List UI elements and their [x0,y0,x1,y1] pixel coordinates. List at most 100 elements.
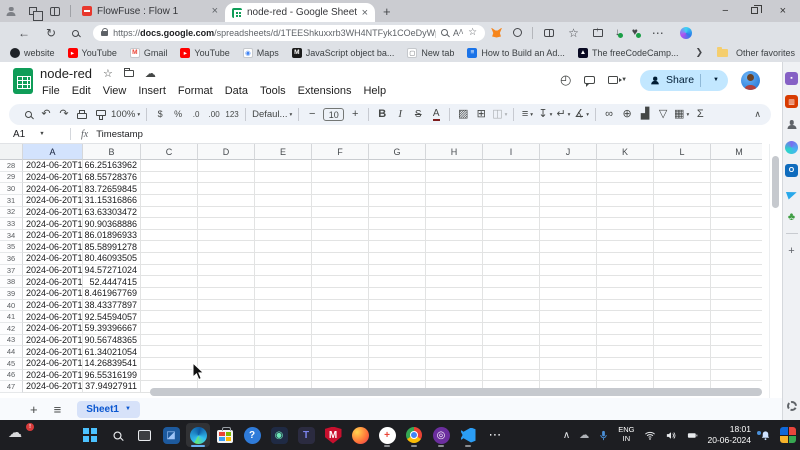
bookmark-article[interactable]: ≡How to Build an Ad... [467,48,565,58]
cell-b44[interactable]: 61.34021054 [83,346,141,358]
cell-empty[interactable] [540,265,597,277]
cell-empty[interactable] [597,207,654,219]
cell-empty[interactable] [597,160,654,172]
cell-empty[interactable] [540,300,597,312]
font-family-icon[interactable]: Defaul...▾ [250,105,294,124]
cell-empty[interactable] [312,300,369,312]
cell-empty[interactable] [141,241,198,253]
cell-a33[interactable]: 2024-06-20T12:2 [23,218,83,230]
grow-icon[interactable]: ♣ [785,210,798,223]
cell-empty[interactable] [255,276,312,288]
row-header-42[interactable]: 42 [0,323,23,335]
cell-b38[interactable]: 52.4447415 [83,276,141,288]
language-indicator[interactable]: ENGIN [618,426,634,443]
cell-empty[interactable] [141,230,198,242]
cell-a28[interactable]: 2024-06-20T12:2 [23,160,83,172]
format-currency-icon[interactable]: $ [151,105,169,124]
cell-empty[interactable] [198,241,255,253]
row-header-45[interactable]: 45 [0,358,23,370]
cell-b47[interactable]: 37.94927911 [83,381,141,393]
cell-a34[interactable]: 2024-06-20T12:2 [23,230,83,242]
cell-empty[interactable] [369,218,426,230]
cell-a42[interactable]: 2024-06-20T12:2 [23,323,83,335]
cell-empty[interactable] [483,346,540,358]
cell-empty[interactable] [198,207,255,219]
cell-empty[interactable] [426,207,483,219]
cell-empty[interactable] [426,241,483,253]
meetings-icon[interactable] [785,118,798,131]
cell-empty[interactable] [426,160,483,172]
purple-app-icon[interactable]: ◎ [429,423,453,447]
cell-empty[interactable] [654,218,711,230]
create-filter-icon[interactable]: ▽ [654,105,672,124]
cell-empty[interactable] [255,335,312,347]
cell-empty[interactable] [597,230,654,242]
text-wrap-icon[interactable]: ↵▾ [554,105,572,124]
cell-empty[interactable] [198,288,255,300]
desktop-app-icon[interactable]: ◪ [159,423,183,447]
settings-icon[interactable] [785,399,798,412]
wifi-icon[interactable] [644,430,656,441]
row-header-41[interactable]: 41 [0,311,23,323]
weather-widget[interactable]: ☁! [8,424,32,446]
cell-empty[interactable] [483,323,540,335]
downloads-icon[interactable]: ↓ [615,27,620,38]
menu-tools[interactable]: Tools [254,85,292,97]
cell-a32[interactable]: 2024-06-20T12:2 [23,207,83,219]
cell-empty[interactable] [198,183,255,195]
cell-empty[interactable] [141,265,198,277]
account-avatar[interactable] [741,71,760,90]
cell-empty[interactable] [312,195,369,207]
cell-empty[interactable] [369,195,426,207]
battery-icon[interactable] [686,430,699,441]
insert-chart-icon[interactable]: ▟ [636,105,654,124]
cell-empty[interactable] [654,207,711,219]
cell-empty[interactable] [369,300,426,312]
cell-empty[interactable] [654,335,711,347]
cell-empty[interactable] [255,265,312,277]
cell-empty[interactable] [654,276,711,288]
restore-button[interactable] [751,5,758,17]
cell-empty[interactable] [255,160,312,172]
cell-empty[interactable] [312,230,369,242]
other-favorites[interactable]: Other favorites [717,48,795,58]
cell-empty[interactable] [426,276,483,288]
cell-empty[interactable] [312,335,369,347]
cell-empty[interactable] [369,288,426,300]
column-header-a[interactable]: A [23,144,83,160]
start-icon[interactable] [78,423,102,447]
document-title[interactable]: node-red [40,66,92,81]
cell-empty[interactable] [426,195,483,207]
cell-empty[interactable] [540,172,597,184]
cell-empty[interactable] [540,323,597,335]
cell-empty[interactable] [141,288,198,300]
cell-a43[interactable]: 2024-06-20T12:2 [23,335,83,347]
cell-empty[interactable] [540,195,597,207]
volume-icon[interactable] [665,430,677,441]
cell-b33[interactable]: 90.90368886 [83,218,141,230]
cell-empty[interactable] [483,160,540,172]
search-icon[interactable] [19,105,37,124]
format-percent-icon[interactable]: % [169,105,187,124]
search-icon[interactable] [72,26,79,40]
cell-empty[interactable] [426,323,483,335]
firefox-icon[interactable] [348,423,372,447]
share-dropdown-icon[interactable]: ▼ [707,77,725,83]
cell-empty[interactable] [369,346,426,358]
settings-more-icon[interactable]: ⋯ [652,26,664,40]
cell-empty[interactable] [255,172,312,184]
cell-b43[interactable]: 90.56748365 [83,335,141,347]
cell-empty[interactable] [255,323,312,335]
bookmark-freecodecamp[interactable]: ▲The freeCodeCamp... [578,48,679,58]
row-header-44[interactable]: 44 [0,346,23,358]
menu-insert[interactable]: Insert [132,85,172,97]
cell-empty[interactable] [255,195,312,207]
menu-help[interactable]: Help [357,85,392,97]
cell-empty[interactable] [426,311,483,323]
cell-empty[interactable] [483,358,540,370]
cell-b32[interactable]: 63.63303472 [83,207,141,219]
cell-empty[interactable] [369,370,426,382]
cell-empty[interactable] [483,207,540,219]
cell-empty[interactable] [597,311,654,323]
menu-view[interactable]: View [97,85,133,97]
